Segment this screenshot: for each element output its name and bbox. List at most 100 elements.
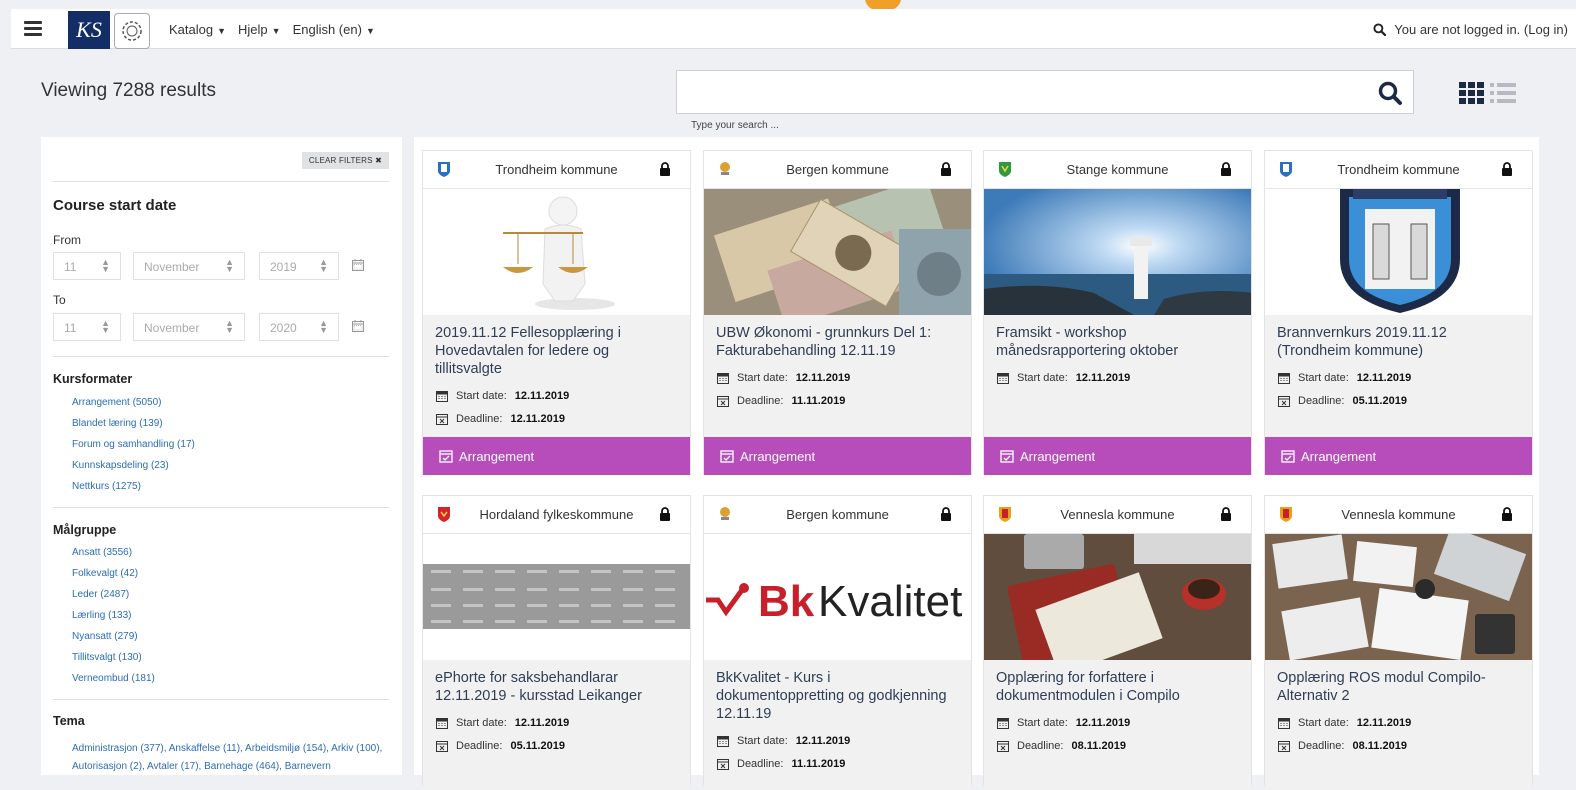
start-date: 12.11.2019 <box>1356 716 1412 729</box>
course-card[interactable]: Trondheim kommune 2019.11.12 Fellesopplæ… <box>422 150 691 475</box>
from-year-select[interactable]: 2019 ▲ ▼ <box>259 252 339 280</box>
search-input[interactable] <box>677 71 1367 113</box>
course-title[interactable]: ePhorte for saksbehandlarar 12.11.2019 -… <box>423 660 690 705</box>
course-title[interactable]: Brannvernkurs 2019.11.12 (Trondheim komm… <box>1265 315 1532 360</box>
calendar-icon[interactable] <box>352 320 364 332</box>
org-name: Vennesla kommune <box>1060 507 1175 522</box>
calendar-x-icon <box>717 395 729 407</box>
from-month-select[interactable]: November ▲ ▼ <box>133 252 245 280</box>
to-month-select[interactable]: November ▲ ▼ <box>133 313 245 341</box>
grid-view-icon[interactable] <box>1459 82 1484 104</box>
format-label: Arrangement <box>1301 448 1377 464</box>
menu-icon[interactable] <box>24 19 42 37</box>
deadline-row: Deadline: 11.11.2019 <box>704 389 971 412</box>
course-card[interactable]: Trondheim kommune Brannvernkurs 2019.11.… <box>1264 150 1533 475</box>
updown-icon: ▲ ▼ <box>225 318 234 335</box>
to-day-select[interactable]: 11 ▲ ▼ <box>53 313 121 341</box>
search-icon[interactable] <box>1373 22 1387 36</box>
start-label: Start date: <box>1298 716 1349 729</box>
login-link[interactable]: Log in <box>1528 22 1563 37</box>
search-button-icon[interactable] <box>1377 80 1403 106</box>
course-card[interactable]: Vennesla kommune Opplæring for forfatter… <box>983 495 1252 790</box>
nav-hjelp[interactable]: Hjelp ▼ <box>238 22 281 37</box>
crest-icon <box>1280 507 1292 522</box>
format-label: Arrangement <box>1020 448 1096 464</box>
course-card[interactable]: Stange kommune Framsikt - workshop måned… <box>983 150 1252 475</box>
lock-icon <box>1221 162 1231 176</box>
org-name: Stange kommune <box>1066 162 1169 177</box>
org-name: Bergen kommune <box>786 162 889 177</box>
format-badge[interactable]: Arrangement <box>704 437 971 475</box>
kursformater-list: Arrangement (5050) Blandet læring (139) … <box>72 397 195 502</box>
crest-icon <box>999 507 1011 522</box>
from-year-value: 2019 <box>270 260 297 274</box>
clear-filters-button[interactable]: CLEAR FILTERS ✖ <box>301 152 389 169</box>
course-card[interactable]: Vennesla kommune Opplæring ROS modul Com… <box>1264 495 1533 790</box>
divider <box>53 356 389 357</box>
filter-malgruppe[interactable]: Folkevalgt (42) <box>72 568 155 589</box>
list-view-icon[interactable] <box>1490 82 1516 104</box>
start-date: 12.11.2019 <box>1356 371 1412 384</box>
course-image <box>984 534 1251 660</box>
from-day-select[interactable]: 11 ▲ ▼ <box>53 252 121 280</box>
lock-icon <box>941 507 951 521</box>
course-title[interactable]: Framsikt - workshop månedsrapportering o… <box>984 315 1251 360</box>
ks-logo[interactable]: KS <box>68 11 110 49</box>
start-label: Start date: <box>456 389 507 402</box>
tema-filter-list[interactable]: Administrasjon (377), Anskaffelse (11), … <box>72 740 387 776</box>
card-body: Brannvernkurs 2019.11.12 (Trondheim komm… <box>1265 315 1532 475</box>
start-date: 12.11.2019 <box>514 716 570 729</box>
filter-malgruppe[interactable]: Lærling (133) <box>72 610 155 631</box>
course-card[interactable]: Hordaland fylkeskommune ePhorte for saks… <box>422 495 691 790</box>
card-header: Trondheim kommune <box>1265 151 1532 189</box>
tema-title: Tema <box>53 714 85 728</box>
from-label: From <box>53 233 81 247</box>
filter-kursformat[interactable]: Arrangement (5050) <box>72 397 195 418</box>
filter-kursformat[interactable]: Nettkurs (1275) <box>72 481 195 502</box>
login-status: You are not logged in. (Log in) <box>1394 22 1568 37</box>
deadline-row: Deadline: 11.11.2019 <box>704 752 971 775</box>
format-badge[interactable]: Arrangement <box>984 437 1251 475</box>
top-navbar: KS Katalog ▼ Hjelp ▼ English (en) ▼ You are… <box>11 9 1576 49</box>
malgruppe-list: Ansatt (3556) Folkevalgt (42) Leder (248… <box>72 547 155 694</box>
nav-katalog[interactable]: Katalog ▼ <box>169 22 226 37</box>
filter-malgruppe[interactable]: Nyansatt (279) <box>72 631 155 652</box>
course-title[interactable]: 2019.11.12 Fellesopplæring i Hovedavtale… <box>423 315 690 378</box>
course-title[interactable]: BkKvalitet - Kurs i dokumentoppretting o… <box>704 660 971 723</box>
lock-icon <box>660 507 670 521</box>
deadline-date: 05.11.2019 <box>510 739 565 752</box>
deadline-label: Deadline: <box>1298 394 1345 407</box>
filter-malgruppe[interactable]: Verneombud (181) <box>72 673 155 694</box>
nav-language[interactable]: English (en) ▼ <box>293 22 375 37</box>
format-badge[interactable]: Arrangement <box>423 437 690 475</box>
course-title[interactable]: Opplæring for forfattere i dokumentmodul… <box>984 660 1251 705</box>
to-year-select[interactable]: 2020 ▲ ▼ <box>259 313 339 341</box>
to-month-value: November <box>144 321 200 335</box>
start-date: 12.11.2019 <box>795 734 851 747</box>
site-emblem-icon <box>114 13 150 49</box>
filter-malgruppe[interactable]: Tillitsvalgt (130) <box>72 652 155 673</box>
card-body: Framsikt - workshop månedsrapportering o… <box>984 315 1251 475</box>
filter-kursformat[interactable]: Forum og samhandling (17) <box>72 439 195 460</box>
course-title[interactable]: Opplæring ROS modul Compilo- Alternativ … <box>1265 660 1532 705</box>
deadline-row: Deadline: 08.11.2019 <box>984 734 1251 757</box>
course-card[interactable]: Bergen kommune Bk Kvalitet BkKvalitet - … <box>703 495 972 790</box>
course-title[interactable]: UBW Økonomi - grunnkurs Del 1: Fakturabe… <box>704 315 971 360</box>
start-date-row: Start date: 12.11.2019 <box>984 366 1251 389</box>
deadline-date: 08.11.2019 <box>1071 739 1126 752</box>
calendar-icon <box>997 717 1009 729</box>
deadline-label: Deadline: <box>1298 739 1345 752</box>
calendar-x-icon <box>436 740 448 752</box>
course-image <box>984 189 1251 315</box>
calendar-icon[interactable] <box>352 259 364 271</box>
calendar-check-icon <box>1000 450 1014 463</box>
deadline-label: Deadline: <box>456 739 503 752</box>
filter-malgruppe[interactable]: Ansatt (3556) <box>72 547 155 568</box>
crest-icon <box>999 162 1011 177</box>
course-card[interactable]: Bergen kommune UBW Økonomi - grunnkurs D… <box>703 150 972 475</box>
filter-kursformat[interactable]: Blandet læring (139) <box>72 418 195 439</box>
filter-kursformat[interactable]: Kunnskapsdeling (23) <box>72 460 195 481</box>
format-badge[interactable]: Arrangement <box>1265 437 1532 475</box>
filter-malgruppe[interactable]: Leder (2487) <box>72 589 155 610</box>
course-image <box>1265 189 1532 315</box>
